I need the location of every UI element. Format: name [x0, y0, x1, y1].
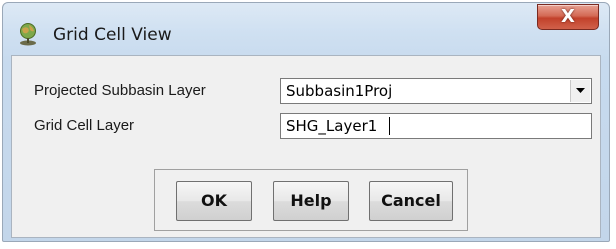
title-bar[interactable]: Grid Cell View X	[3, 3, 609, 53]
chevron-down-icon[interactable]	[570, 80, 590, 102]
grid-cell-view-dialog: Grid Cell View X Projected Subbasin Laye…	[2, 2, 610, 242]
button-group: OK Help Cancel	[154, 169, 468, 231]
close-button[interactable]: X	[537, 4, 599, 30]
help-button[interactable]: Help	[273, 181, 349, 221]
dialog-body: Projected Subbasin Layer Subbasin1Proj G…	[11, 55, 601, 238]
cancel-button[interactable]: Cancel	[369, 181, 453, 221]
grid-cell-layer-label: Grid Cell Layer	[34, 117, 135, 134]
grid-cell-layer-input[interactable]: SHG_Layer1	[280, 113, 592, 139]
window-title: Grid Cell View	[53, 25, 172, 45]
ok-button[interactable]: OK	[176, 181, 252, 221]
close-icon: X	[561, 6, 575, 27]
text-caret	[389, 117, 390, 135]
grid-cell-layer-value: SHG_Layer1	[286, 117, 378, 135]
subbasin-layer-dropdown[interactable]: Subbasin1Proj	[280, 78, 592, 104]
subbasin-layer-label: Projected Subbasin Layer	[34, 82, 206, 99]
subbasin-layer-value: Subbasin1Proj	[286, 82, 393, 100]
globe-pin-icon	[17, 22, 39, 46]
